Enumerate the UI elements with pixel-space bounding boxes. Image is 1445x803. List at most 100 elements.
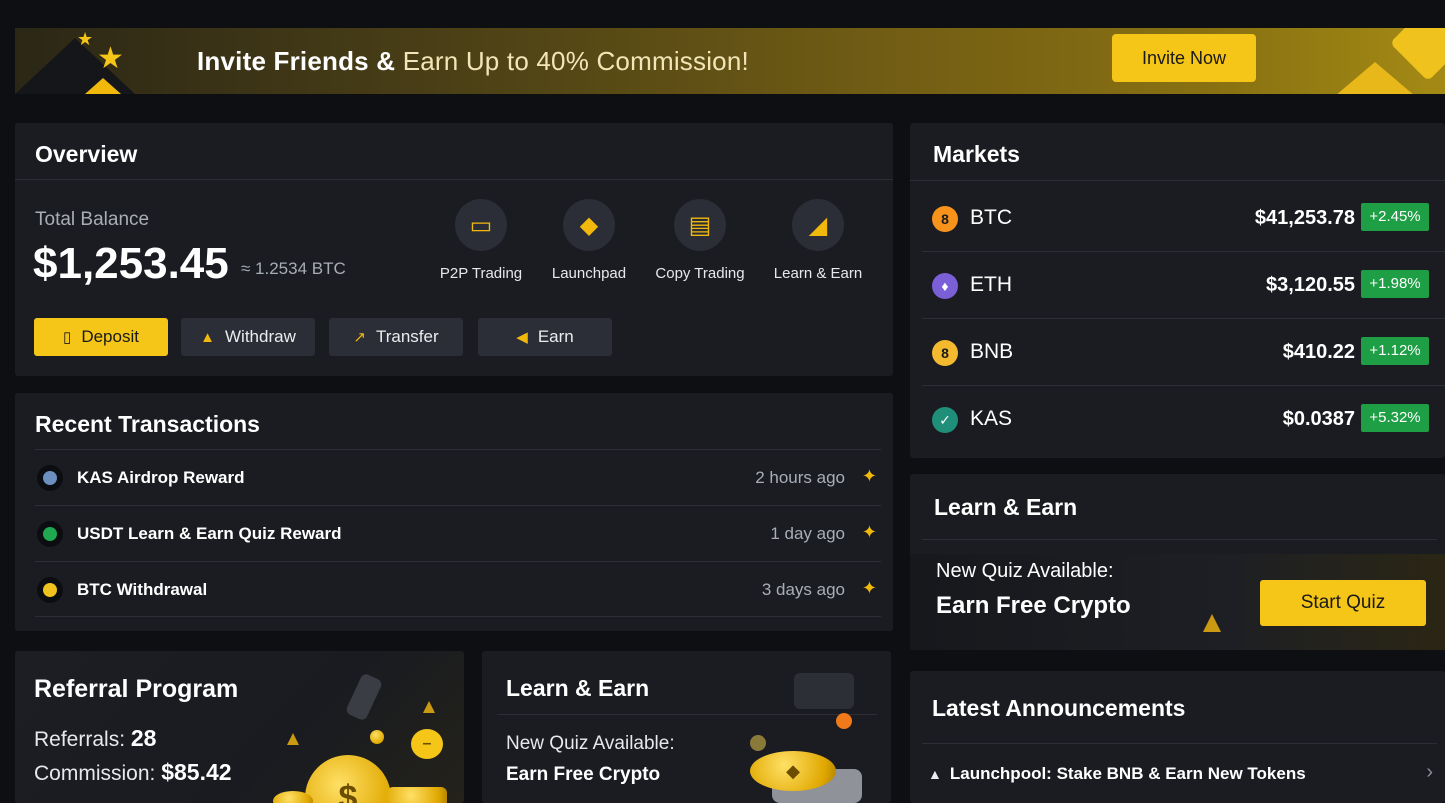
bnb-coin-icon: 8	[932, 340, 958, 366]
person-icon: ▲	[928, 766, 942, 782]
market-symbol: BTC	[970, 206, 1012, 229]
transaction-row[interactable]: USDT Learn & Earn Quiz Reward 1 day ago …	[35, 505, 881, 561]
deposit-label: Deposit	[81, 327, 139, 346]
total-balance-label: Total Balance	[35, 209, 150, 230]
copy-icon: ▤	[674, 199, 726, 251]
wallet-icon: ▭	[455, 199, 507, 251]
divider	[922, 539, 1437, 540]
market-symbol: ETH	[970, 273, 1012, 296]
star-icon: ★	[77, 29, 94, 49]
deposit-button[interactable]: ▯ Deposit	[34, 318, 168, 356]
market-row-kas[interactable]: ✓ KAS $0.0387 +5.32%	[922, 386, 1445, 453]
star-icon: ★	[97, 42, 124, 75]
triangle-decoration	[1203, 614, 1221, 632]
market-symbol: BNB	[970, 340, 1014, 363]
transaction-time: 1 day ago	[770, 524, 845, 543]
gift-box-icon	[387, 787, 447, 803]
kas-coin-icon: ✓	[932, 407, 958, 433]
transaction-name: USDT Learn & Earn Quiz Reward	[77, 524, 342, 543]
invite-now-button[interactable]: Invite Now	[1112, 34, 1256, 82]
eth-coin-icon: ♦	[932, 273, 958, 299]
withdraw-icon: ▲	[200, 328, 215, 346]
quick-action-p2p-trading[interactable]: ▭ P2P Trading	[421, 199, 541, 282]
market-row-eth[interactable]: ♦ ETH $3,120.55 +1.98%	[922, 252, 1445, 319]
market-price: $0.0387	[1282, 408, 1355, 430]
divider	[15, 179, 893, 180]
learn-earn-headline: Earn Free Crypto	[936, 592, 1131, 619]
quick-action-learn-earn[interactable]: ◢ Learn & Earn	[758, 199, 878, 282]
market-change-badge: +1.12%	[1361, 337, 1429, 365]
dollar-coin-icon: $	[305, 755, 391, 803]
transaction-row[interactable]: BTC Withdrawal 3 days ago ✦	[35, 561, 881, 617]
divider	[497, 714, 877, 715]
transaction-name: KAS Airdrop Reward	[77, 468, 245, 487]
learn-earn-title: Learn & Earn	[934, 494, 1078, 520]
commission-amount: Commission: $85.42	[34, 759, 232, 786]
learn-earn-subtitle: New Quiz Available:	[936, 560, 1114, 582]
markets-title: Markets	[933, 141, 1020, 167]
referrals-count: Referrals: 28	[34, 725, 156, 752]
book-icon: ◢	[792, 199, 844, 251]
learn-earn-mini-subtitle: New Quiz Available:	[506, 733, 675, 754]
transfer-label: Transfer	[375, 327, 439, 346]
transaction-row[interactable]: KAS Airdrop Reward 2 hours ago ✦	[35, 449, 881, 505]
start-quiz-button[interactable]: Start Quiz	[1260, 580, 1426, 626]
quick-action-label: Launchpad	[551, 265, 627, 282]
banner-title: Invite Friends & Earn Up to 40% Commissi…	[197, 46, 749, 77]
chat-bubble-icon: –	[411, 729, 443, 759]
sparkle-icon: ✦	[861, 522, 877, 542]
referrals-label: Referrals:	[34, 728, 126, 751]
quick-action-label: P2P Trading	[439, 265, 523, 282]
banner-decoration	[85, 78, 121, 94]
overview-card: Overview Total Balance $1,253.45 ≈ 1.253…	[15, 123, 893, 376]
announcement-text: Launchpool: Stake BNB & Earn New Tokens	[949, 764, 1306, 783]
withdraw-button[interactable]: ▲ Withdraw	[181, 318, 315, 356]
quick-action-copy-trading[interactable]: ▤ Copy Trading	[640, 199, 760, 282]
quick-action-label: Copy Trading	[655, 265, 745, 282]
transfer-button[interactable]: ↗ Transfer	[329, 318, 463, 356]
market-price: $3,120.55	[1266, 274, 1355, 296]
balance-btc-equivalent: ≈ 1.2534 BTC	[241, 259, 346, 278]
referrals-value: 28	[130, 725, 157, 751]
learn-earn-card: Learn & Earn New Quiz Available: Earn Fr…	[910, 474, 1445, 650]
market-change-badge: +5.32%	[1361, 404, 1429, 432]
withdraw-label: Withdraw	[225, 327, 296, 346]
announcement-item[interactable]: ▲ Launchpool: Stake BNB & Earn New Tokens	[928, 764, 1306, 784]
transaction-status-dot	[37, 577, 63, 603]
recent-transactions-card: Recent Transactions KAS Airdrop Reward 2…	[15, 393, 893, 631]
transaction-time: 2 hours ago	[755, 468, 845, 487]
announcements-card: Latest Announcements ▲ Launchpool: Stake …	[910, 671, 1445, 803]
earn-label: Earn	[537, 327, 574, 346]
recent-transactions-title: Recent Transactions	[35, 411, 260, 437]
rocket-icon: ◆	[563, 199, 615, 251]
divider	[922, 743, 1437, 744]
learn-earn-mini-headline: Earn Free Crypto	[506, 764, 661, 785]
earn-button[interactable]: ◀ Earn	[478, 318, 612, 356]
transaction-status-dot	[37, 521, 63, 547]
chevron-right-icon[interactable]: ›	[1426, 761, 1433, 784]
invite-banner: ★ ★ Invite Friends & Earn Up to 40% Comm…	[15, 28, 1445, 94]
market-row-btc[interactable]: 8 BTC $41,253.78 +2.45%	[922, 185, 1445, 252]
earn-icon: ◀	[516, 329, 528, 346]
learn-earn-mini-title: Learn & Earn	[506, 675, 650, 701]
quick-action-label: Learn & Earn	[773, 265, 863, 282]
learn-earn-mini-card: Learn & Earn New Quiz Available: Earn Fr…	[482, 651, 891, 803]
sparkle-icon: ✦	[861, 466, 877, 486]
card-decoration	[344, 672, 384, 722]
referral-title: Referral Program	[34, 675, 239, 703]
triangle-decoration	[423, 701, 435, 713]
announcements-title: Latest Announcements	[932, 695, 1186, 721]
market-row-bnb[interactable]: 8 BNB $410.22 +1.12%	[922, 319, 1445, 386]
triangle-decoration	[287, 733, 299, 745]
btc-coin-icon: 8	[932, 206, 958, 232]
coin-icon	[750, 735, 766, 751]
deposit-icon: ▯	[63, 329, 72, 346]
card-decoration	[794, 673, 854, 709]
quick-action-launchpad[interactable]: ◆ Launchpad	[529, 199, 649, 282]
gold-coin-icon: ◆	[750, 751, 836, 791]
banner-decoration	[1335, 62, 1415, 94]
transfer-icon: ↗	[353, 329, 366, 346]
market-price: $41,253.78	[1254, 207, 1355, 229]
market-change-badge: +1.98%	[1361, 270, 1429, 298]
total-balance-value: $1,253.45	[33, 239, 229, 288]
